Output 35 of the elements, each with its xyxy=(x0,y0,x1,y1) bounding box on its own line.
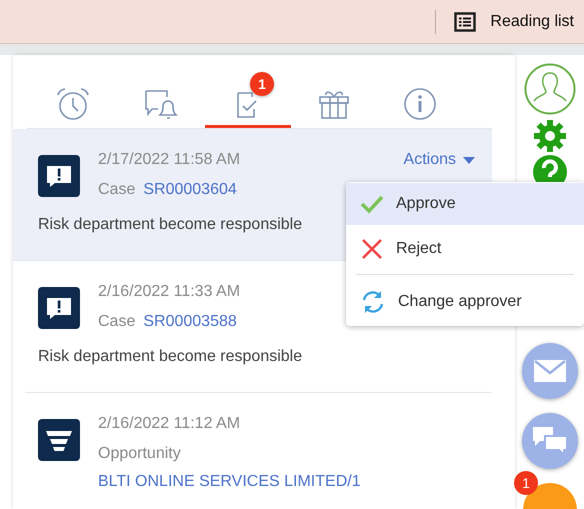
message-alert-icon xyxy=(38,287,80,329)
bell-message-icon xyxy=(144,87,180,121)
record-link[interactable]: SR00003604 xyxy=(143,181,237,199)
count-badge: 1 xyxy=(514,471,538,495)
close-icon xyxy=(360,238,384,260)
info-icon xyxy=(402,87,438,121)
entity-type: Case xyxy=(98,181,136,199)
notification-text: Risk department become responsible xyxy=(38,347,304,367)
count-badge: 1 xyxy=(250,72,274,96)
refresh-icon xyxy=(360,290,386,314)
envelope-icon xyxy=(533,359,567,383)
menu-item[interactable]: Reject xyxy=(346,228,584,270)
funnel-icon xyxy=(38,419,80,461)
user-avatar-icon[interactable] xyxy=(524,63,576,115)
alarm-clock-icon xyxy=(55,87,91,121)
actions-dropdown[interactable]: Actions xyxy=(404,151,475,169)
notification-item[interactable]: 2/16/2022 11:12 AM Opportunity BLTI ONLINE SERVICES LIMITED/1 xyxy=(25,393,492,509)
notification-text: Risk department become responsible xyxy=(38,215,304,235)
reading-list-button[interactable]: Reading list xyxy=(450,6,584,38)
list-icon xyxy=(454,12,476,32)
chat-button[interactable] xyxy=(522,413,578,469)
record-link[interactable]: BLTI ONLINE SERVICES LIMITED/1 xyxy=(98,473,361,491)
caret-icon xyxy=(463,156,475,164)
date-time: 2/17/2022 11:58 AM xyxy=(98,151,240,169)
check-icon xyxy=(360,194,384,214)
entity-type: Case xyxy=(98,313,136,331)
entity-type: Opportunity xyxy=(98,445,181,463)
date-time: 2/16/2022 11:33 AM xyxy=(98,283,240,301)
record-link[interactable]: SR00003588 xyxy=(143,313,237,331)
date-time: 2/16/2022 11:12 AM xyxy=(98,415,240,433)
menu-item[interactable]: Change approver xyxy=(346,281,584,323)
menu-item[interactable]: Approve xyxy=(346,183,584,225)
settings-icon[interactable] xyxy=(533,119,567,153)
email-button[interactable] xyxy=(522,343,578,399)
message-alert-icon xyxy=(38,155,80,197)
